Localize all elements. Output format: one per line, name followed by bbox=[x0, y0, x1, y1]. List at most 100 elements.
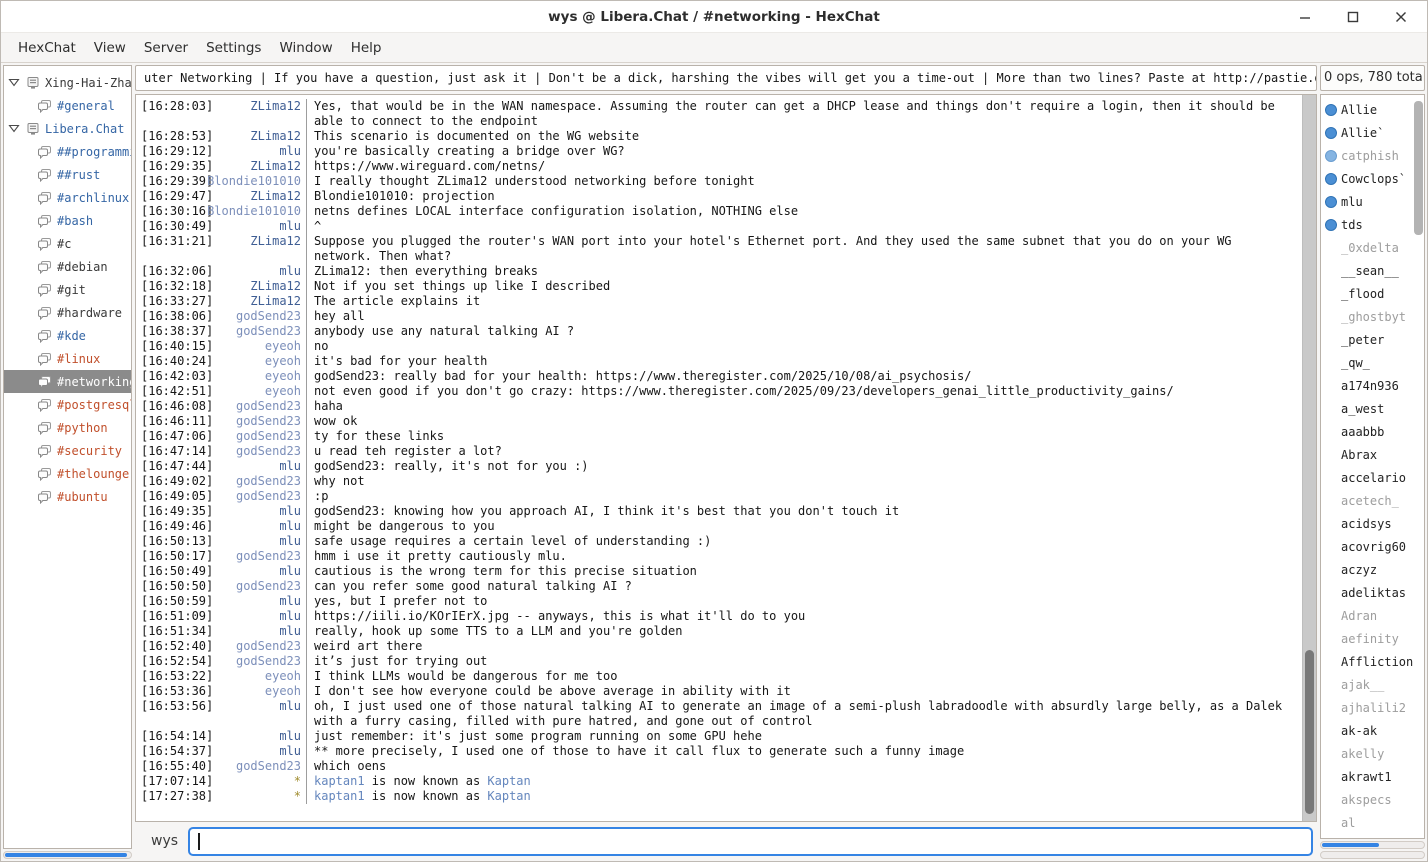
user-item-ajak[interactable]: ajak__ bbox=[1321, 673, 1424, 696]
chat-vscrollbar[interactable] bbox=[1302, 95, 1316, 821]
user-item-peter[interactable]: _peter bbox=[1321, 328, 1424, 351]
menu-item-help[interactable]: Help bbox=[342, 35, 391, 61]
user-item-accelario[interactable]: accelario bbox=[1321, 466, 1424, 489]
user-list-pane: 0 ops, 780 total AllieAllie`catphishCowc… bbox=[1320, 65, 1425, 859]
user-item-acovrig60[interactable]: acovrig60 bbox=[1321, 535, 1424, 558]
mode-spacer bbox=[1325, 357, 1337, 369]
user-item-akspecs[interactable]: akspecs bbox=[1321, 788, 1424, 811]
timestamp: [16:32:18] bbox=[136, 279, 206, 294]
tree-channel-git[interactable]: #git bbox=[4, 278, 131, 301]
user-item-akelly[interactable]: akelly bbox=[1321, 742, 1424, 765]
mode-spacer bbox=[1325, 380, 1337, 392]
user-name: akspecs bbox=[1341, 793, 1392, 807]
nick: ZLima12 bbox=[206, 99, 306, 114]
timestamp: [16:50:50] bbox=[136, 579, 206, 594]
tree-channel-postgresql[interactable]: #postgresql bbox=[4, 393, 131, 416]
user-item-mlu[interactable]: mlu bbox=[1321, 190, 1424, 213]
userlist-vscroll-thumb[interactable] bbox=[1414, 101, 1423, 235]
tree-hscroll-thumb[interactable] bbox=[5, 853, 127, 857]
tree-channel-security[interactable]: #security bbox=[4, 439, 131, 462]
user-item-al[interactable]: al bbox=[1321, 811, 1424, 834]
user-name: mlu bbox=[1341, 195, 1363, 209]
user-item-acetech[interactable]: acetech_ bbox=[1321, 489, 1424, 512]
tree-channel-debian[interactable]: #debian bbox=[4, 255, 131, 278]
user-item-acidsys[interactable]: acidsys bbox=[1321, 512, 1424, 535]
user-name: _qw_ bbox=[1341, 356, 1370, 370]
message-text: Suppose you plugged the router's WAN por… bbox=[306, 234, 1301, 264]
user-item-allie[interactable]: Allie bbox=[1321, 98, 1424, 121]
chat-message: [16:51:34]mlureally, hook up some TTS to… bbox=[136, 624, 1301, 639]
user-item-aczyz[interactable]: aczyz bbox=[1321, 558, 1424, 581]
timestamp: [16:40:15] bbox=[136, 339, 206, 354]
message-input[interactable] bbox=[188, 827, 1313, 856]
user-item-cowclops[interactable]: Cowclops` bbox=[1321, 167, 1424, 190]
maximize-icon[interactable] bbox=[1345, 9, 1361, 25]
tree-channel-archlinux[interactable]: #archlinux bbox=[4, 186, 131, 209]
menu-item-view[interactable]: View bbox=[85, 35, 135, 61]
user-item-ajhalili2[interactable]: ajhalili2 bbox=[1321, 696, 1424, 719]
menu-item-server[interactable]: Server bbox=[135, 35, 197, 61]
user-item-catphish[interactable]: catphish bbox=[1321, 144, 1424, 167]
tree-channel-networking[interactable]: #networking bbox=[4, 370, 131, 393]
channel-icon bbox=[37, 467, 52, 481]
topic-bar[interactable]: uter Networking | If you have a question… bbox=[135, 65, 1317, 91]
menu-item-hexchat[interactable]: HexChat bbox=[9, 35, 85, 61]
tree-network-xing-hai-zhan[interactable]: Xing-Hai-Zhan bbox=[4, 71, 131, 94]
user-item-flood[interactable]: _flood bbox=[1321, 282, 1424, 305]
tree-channel-python[interactable]: #python bbox=[4, 416, 131, 439]
user-item-a174n936[interactable]: a174n936 bbox=[1321, 374, 1424, 397]
message-text: I think LLMs would be dangerous for me t… bbox=[306, 669, 1301, 684]
channel-label: #debian bbox=[57, 260, 108, 274]
message-text: you're basically creating a bridge over … bbox=[306, 144, 1301, 159]
user-item-qw[interactable]: _qw_ bbox=[1321, 351, 1424, 374]
user-item-0xdelta[interactable]: _0xdelta bbox=[1321, 236, 1424, 259]
chat-vscroll-thumb[interactable] bbox=[1305, 650, 1314, 813]
channel-icon bbox=[37, 375, 52, 389]
tree-channel-bash[interactable]: #bash bbox=[4, 209, 131, 232]
user-item-tds[interactable]: tds bbox=[1321, 213, 1424, 236]
userlist-hscrollbar[interactable] bbox=[1320, 841, 1425, 849]
user-item-adran[interactable]: Adran bbox=[1321, 604, 1424, 627]
user-item-aefinity[interactable]: aefinity bbox=[1321, 627, 1424, 650]
user-item-aaabbb[interactable]: aaabbb bbox=[1321, 420, 1424, 443]
tree-channel-programming[interactable]: ##programming bbox=[4, 140, 131, 163]
message-text: kaptan1 is now known as Kaptan bbox=[306, 789, 1301, 804]
userlist-hscrollbar-track[interactable] bbox=[1320, 851, 1425, 859]
menu-item-settings[interactable]: Settings bbox=[197, 35, 270, 61]
user-name: acidsys bbox=[1341, 517, 1392, 531]
timestamp: [16:49:35] bbox=[136, 504, 206, 519]
chat-message: [16:52:54]godSend23it’s just for trying … bbox=[136, 654, 1301, 669]
mode-spacer bbox=[1325, 472, 1337, 484]
tree-hscrollbar[interactable] bbox=[3, 851, 132, 859]
user-item-abrax[interactable]: Abrax bbox=[1321, 443, 1424, 466]
user-item-allie[interactable]: Allie` bbox=[1321, 121, 1424, 144]
tree-channel-thelounge[interactable]: #thelounge bbox=[4, 462, 131, 485]
user-item-akrawt1[interactable]: akrawt1 bbox=[1321, 765, 1424, 788]
user-item-a-west[interactable]: a_west bbox=[1321, 397, 1424, 420]
expander-icon[interactable] bbox=[8, 123, 21, 134]
user-item-ak-ak[interactable]: ak-ak bbox=[1321, 719, 1424, 742]
menu-item-window[interactable]: Window bbox=[270, 35, 341, 61]
user-item-ghostbyt[interactable]: _ghostbyt bbox=[1321, 305, 1424, 328]
minimize-icon[interactable] bbox=[1297, 9, 1313, 25]
chat-message: [16:29:39]Blondie101010I really thought … bbox=[136, 174, 1301, 189]
tree-channel-general[interactable]: #general bbox=[4, 94, 131, 117]
voice-dot-icon bbox=[1325, 150, 1337, 162]
mode-spacer bbox=[1325, 288, 1337, 300]
tree-channel-rust[interactable]: ##rust bbox=[4, 163, 131, 186]
tree-channel-hardware[interactable]: #hardware bbox=[4, 301, 131, 324]
tree-channel-ubuntu[interactable]: #ubuntu bbox=[4, 485, 131, 508]
close-icon[interactable] bbox=[1393, 9, 1409, 25]
tree-channel-c[interactable]: #c bbox=[4, 232, 131, 255]
user-item-affliction[interactable]: Affliction bbox=[1321, 650, 1424, 673]
tree-network-libera-chat[interactable]: Libera.Chat bbox=[4, 117, 131, 140]
tree-channel-kde[interactable]: #kde bbox=[4, 324, 131, 347]
tree-channel-linux[interactable]: #linux bbox=[4, 347, 131, 370]
timestamp: [16:54:37] bbox=[136, 744, 206, 759]
user-item-adeliktas[interactable]: adeliktas bbox=[1321, 581, 1424, 604]
expander-icon[interactable] bbox=[8, 77, 21, 88]
mode-spacer bbox=[1325, 541, 1337, 553]
user-item-sean[interactable]: __sean__ bbox=[1321, 259, 1424, 282]
message-text: https://www.wireguard.com/netns/ bbox=[306, 159, 1301, 174]
userlist-hscroll-thumb[interactable] bbox=[1322, 843, 1379, 847]
